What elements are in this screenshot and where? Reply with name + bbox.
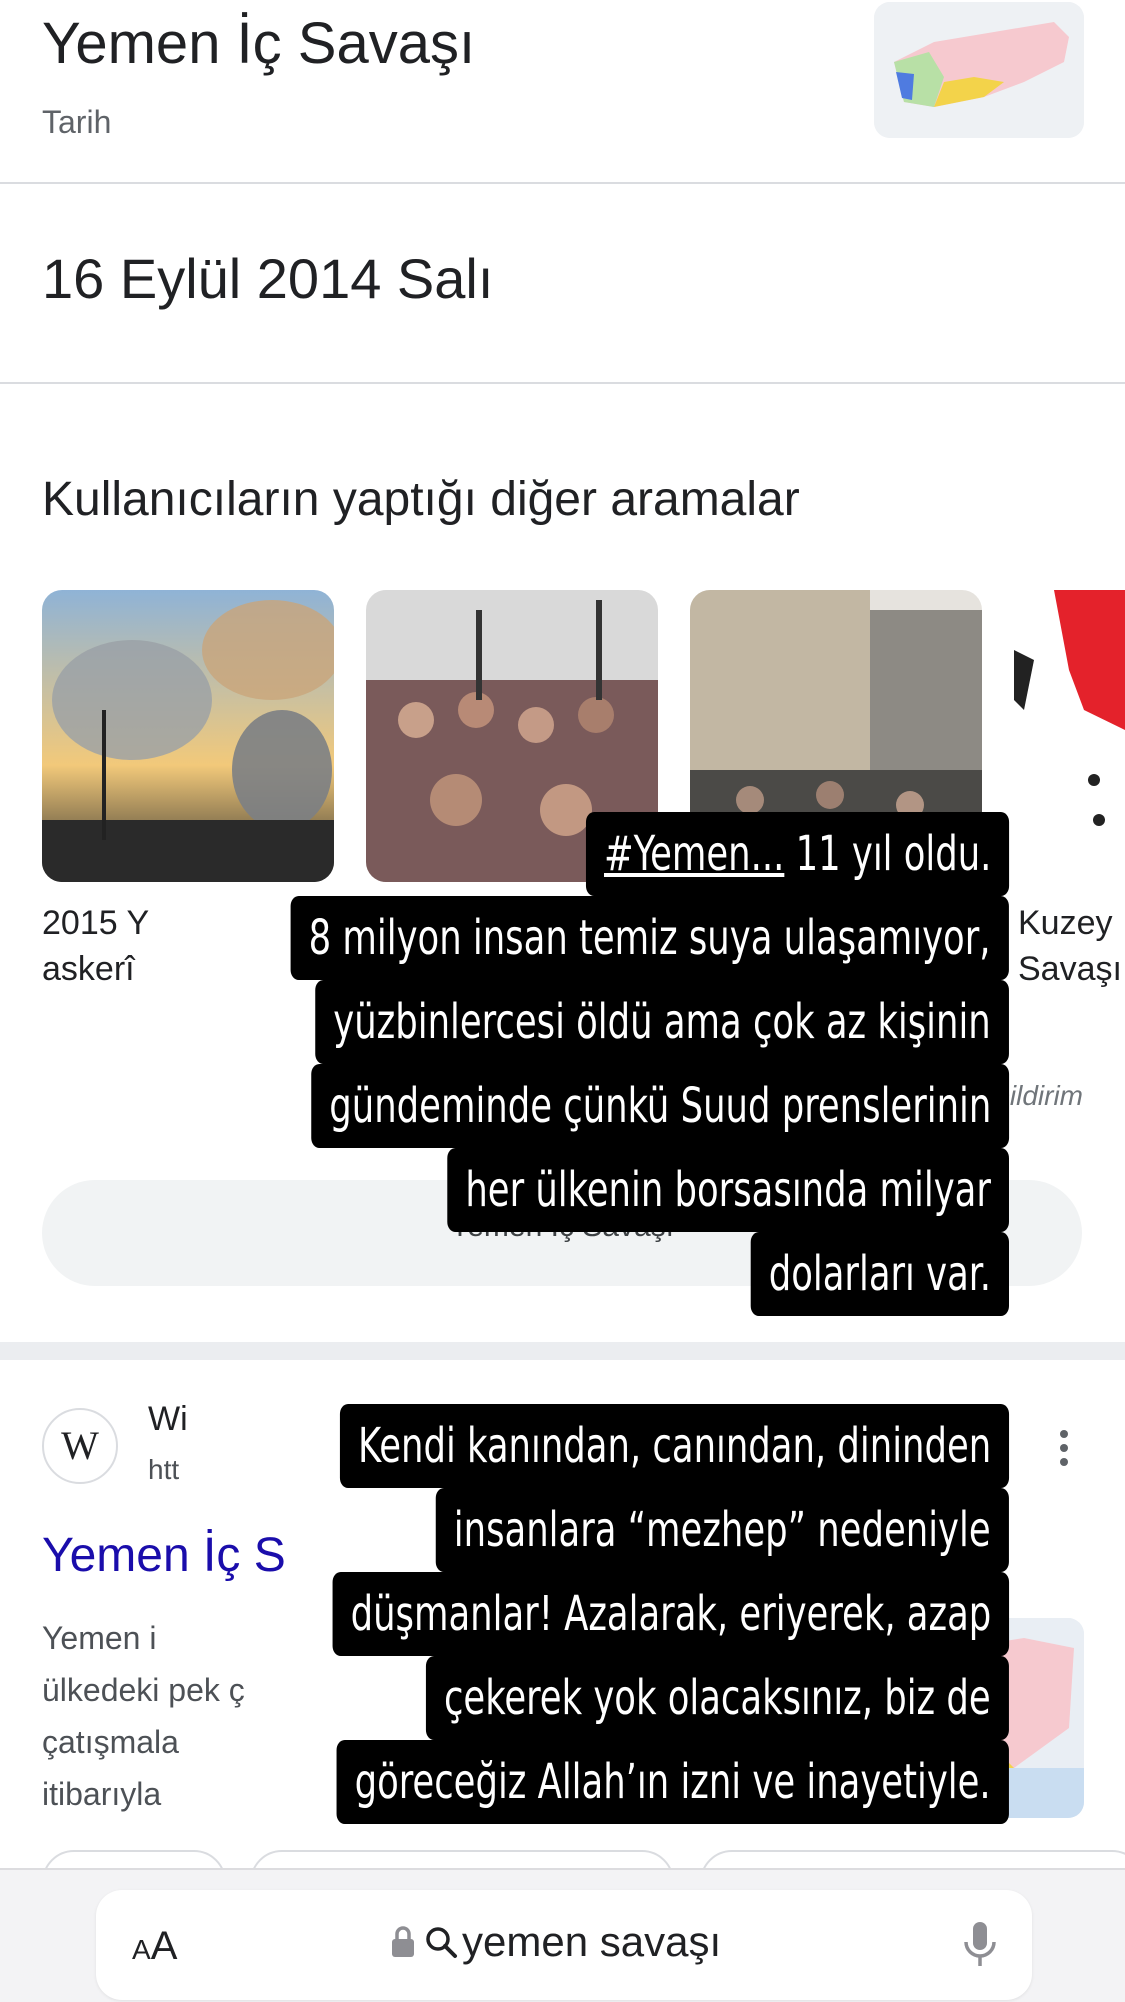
overlay-line: çekerek yok olacaksınız, biz de xyxy=(426,1656,1009,1740)
overlay-line: düşmanlar! Azalarak, eriyerek, azap xyxy=(332,1572,1009,1656)
related-image-map[interactable] xyxy=(1014,590,1125,882)
divider xyxy=(0,382,1125,384)
section-divider xyxy=(0,1342,1125,1360)
overlay-line: #Yemen... 11 yıl oldu. xyxy=(585,812,1009,896)
overlay-line: yüzbinlercesi öldü ama çok az kişinin xyxy=(315,980,1009,1064)
url-text: yemen savaşı xyxy=(462,1918,722,1965)
overlay-line: Kendi kanından, canından, dininden xyxy=(339,1404,1009,1488)
text-size-button[interactable]: AA xyxy=(132,1924,177,1969)
page-subtitle: Tarih xyxy=(42,104,112,140)
more-options-icon[interactable] xyxy=(1058,1430,1070,1470)
date-answer: 16 Eylül 2014 Salı xyxy=(42,247,494,310)
story-overlay-bottom: Kendi kanından, canından, dininden insan… xyxy=(184,1404,1009,1824)
overlay-line: her ülkenin borsasında milyar xyxy=(447,1148,1009,1232)
overlay-line: gündeminde çünkü Suud prenslerinin xyxy=(310,1064,1009,1148)
overlay-line: dolarları var. xyxy=(750,1232,1009,1316)
yemen-map-thumbnail[interactable] xyxy=(874,2,1084,138)
mic-icon[interactable] xyxy=(962,1920,998,1973)
hashtag-link[interactable]: #Yemen... xyxy=(604,826,784,882)
result-site-name: Wi xyxy=(148,1400,188,1438)
overlay-line: göreceğiz Allah’ın izni ve inayetiyle. xyxy=(336,1740,1009,1824)
story-overlay-top: #Yemen... 11 yıl oldu. 8 milyon insan te… xyxy=(133,812,1009,1316)
result-url: htt xyxy=(148,1454,180,1485)
overlay-line: insanlara “mezhep” nedeniyle xyxy=(436,1488,1009,1572)
lock-icon xyxy=(392,1926,414,1957)
wikipedia-icon: W xyxy=(42,1408,118,1484)
related-card-label[interactable]: Kuzey Savaşı xyxy=(1018,900,1122,992)
divider xyxy=(0,182,1125,184)
page-title: Yemen İç Savaşı xyxy=(42,11,476,76)
search-icon xyxy=(426,1927,457,1958)
related-searches-title: Kullanıcıların yaptığı diğer aramalar xyxy=(42,473,800,526)
overlay-line: 8 milyon insan temiz suya ulaşamıyor, xyxy=(291,896,1009,980)
address-url[interactable]: yemen savaşı xyxy=(390,1918,721,1966)
